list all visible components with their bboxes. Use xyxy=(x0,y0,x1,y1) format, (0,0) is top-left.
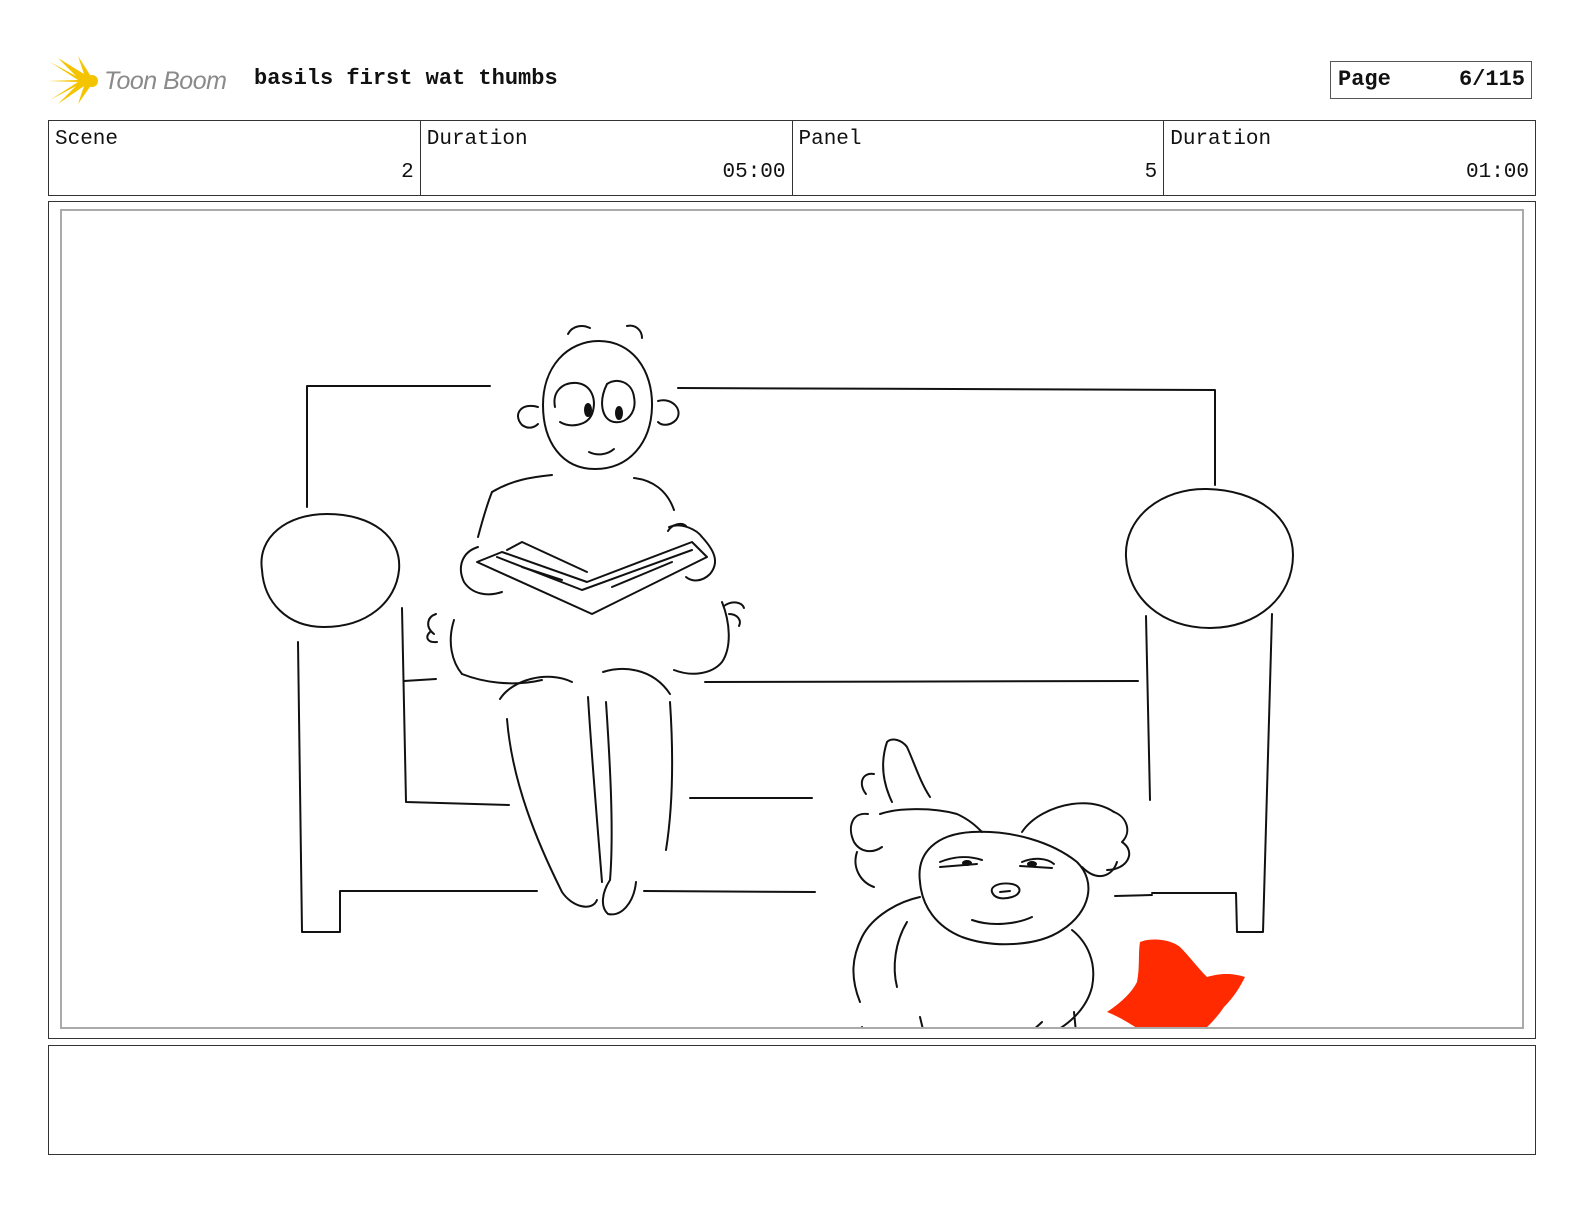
panel-duration-label: Duration xyxy=(1170,128,1272,151)
panel-info-row: Scene 2 Duration 05:00 Panel 5 Duration … xyxy=(48,120,1536,196)
page-header: Toon Boom basils first wat thumbs Page 6… xyxy=(48,52,1536,112)
project-title: basils first wat thumbs xyxy=(254,66,558,91)
creature-sketch xyxy=(849,738,1245,1027)
scene-duration-cell: Duration 05:00 xyxy=(421,121,793,195)
scene-duration-value: 05:00 xyxy=(722,161,786,184)
storyboard-drawing-area xyxy=(60,209,1524,1029)
panel-caption-box xyxy=(48,1045,1536,1155)
panel-duration-cell: Duration 01:00 xyxy=(1164,121,1535,195)
scene-cell: Scene 2 xyxy=(49,121,421,195)
logo-text: Toon Boom xyxy=(104,67,227,95)
toon-boom-logo: Toon Boom xyxy=(48,54,248,108)
panel-value: 5 xyxy=(1144,161,1158,184)
person-sketch xyxy=(426,324,745,916)
scene-label: Scene xyxy=(55,128,119,151)
storyboard-panel-frame xyxy=(48,201,1536,1039)
panel-cell: Panel 5 xyxy=(793,121,1165,195)
page-label: Page xyxy=(1338,67,1391,92)
scene-value: 2 xyxy=(401,161,414,184)
scene-duration-label: Duration xyxy=(426,128,528,151)
panel-duration-value: 01:00 xyxy=(1465,161,1529,184)
page-indicator: Page 6/115 xyxy=(1330,61,1532,99)
panel-label: Panel xyxy=(798,128,862,151)
couch-sketch xyxy=(260,385,1294,933)
toon-boom-burst-icon xyxy=(48,56,98,104)
sketch-drawing xyxy=(260,324,1294,1027)
page-value: 6/115 xyxy=(1458,67,1525,92)
